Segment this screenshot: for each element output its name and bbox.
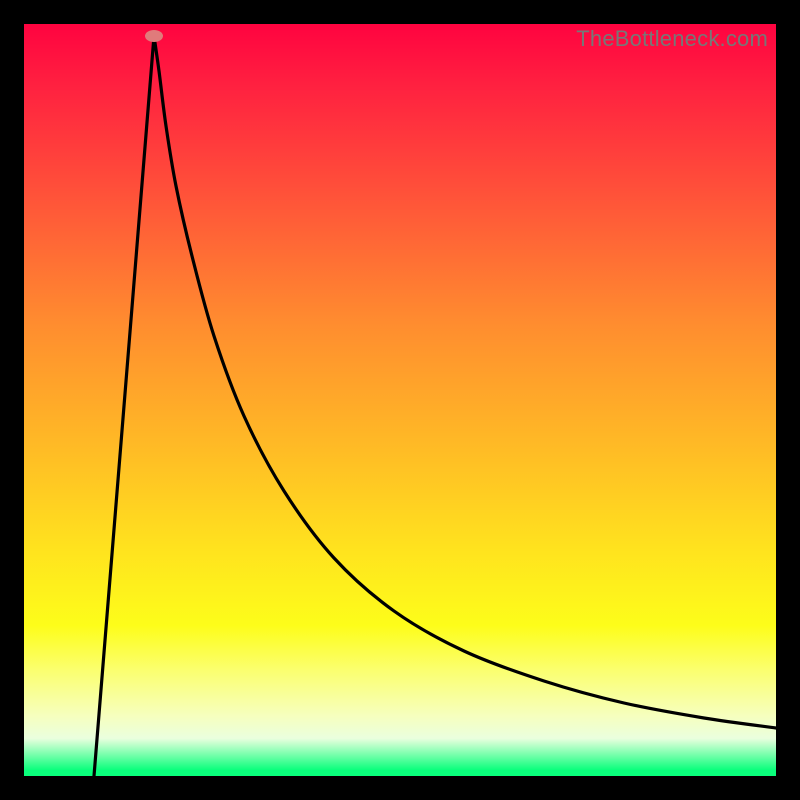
chart-frame: TheBottleneck.com [24,24,776,776]
attribution-text: TheBottleneck.com [576,26,768,52]
vertex-marker [145,30,163,42]
right-curve [154,36,776,728]
left-curve [94,36,154,776]
chart-svg [24,24,776,776]
